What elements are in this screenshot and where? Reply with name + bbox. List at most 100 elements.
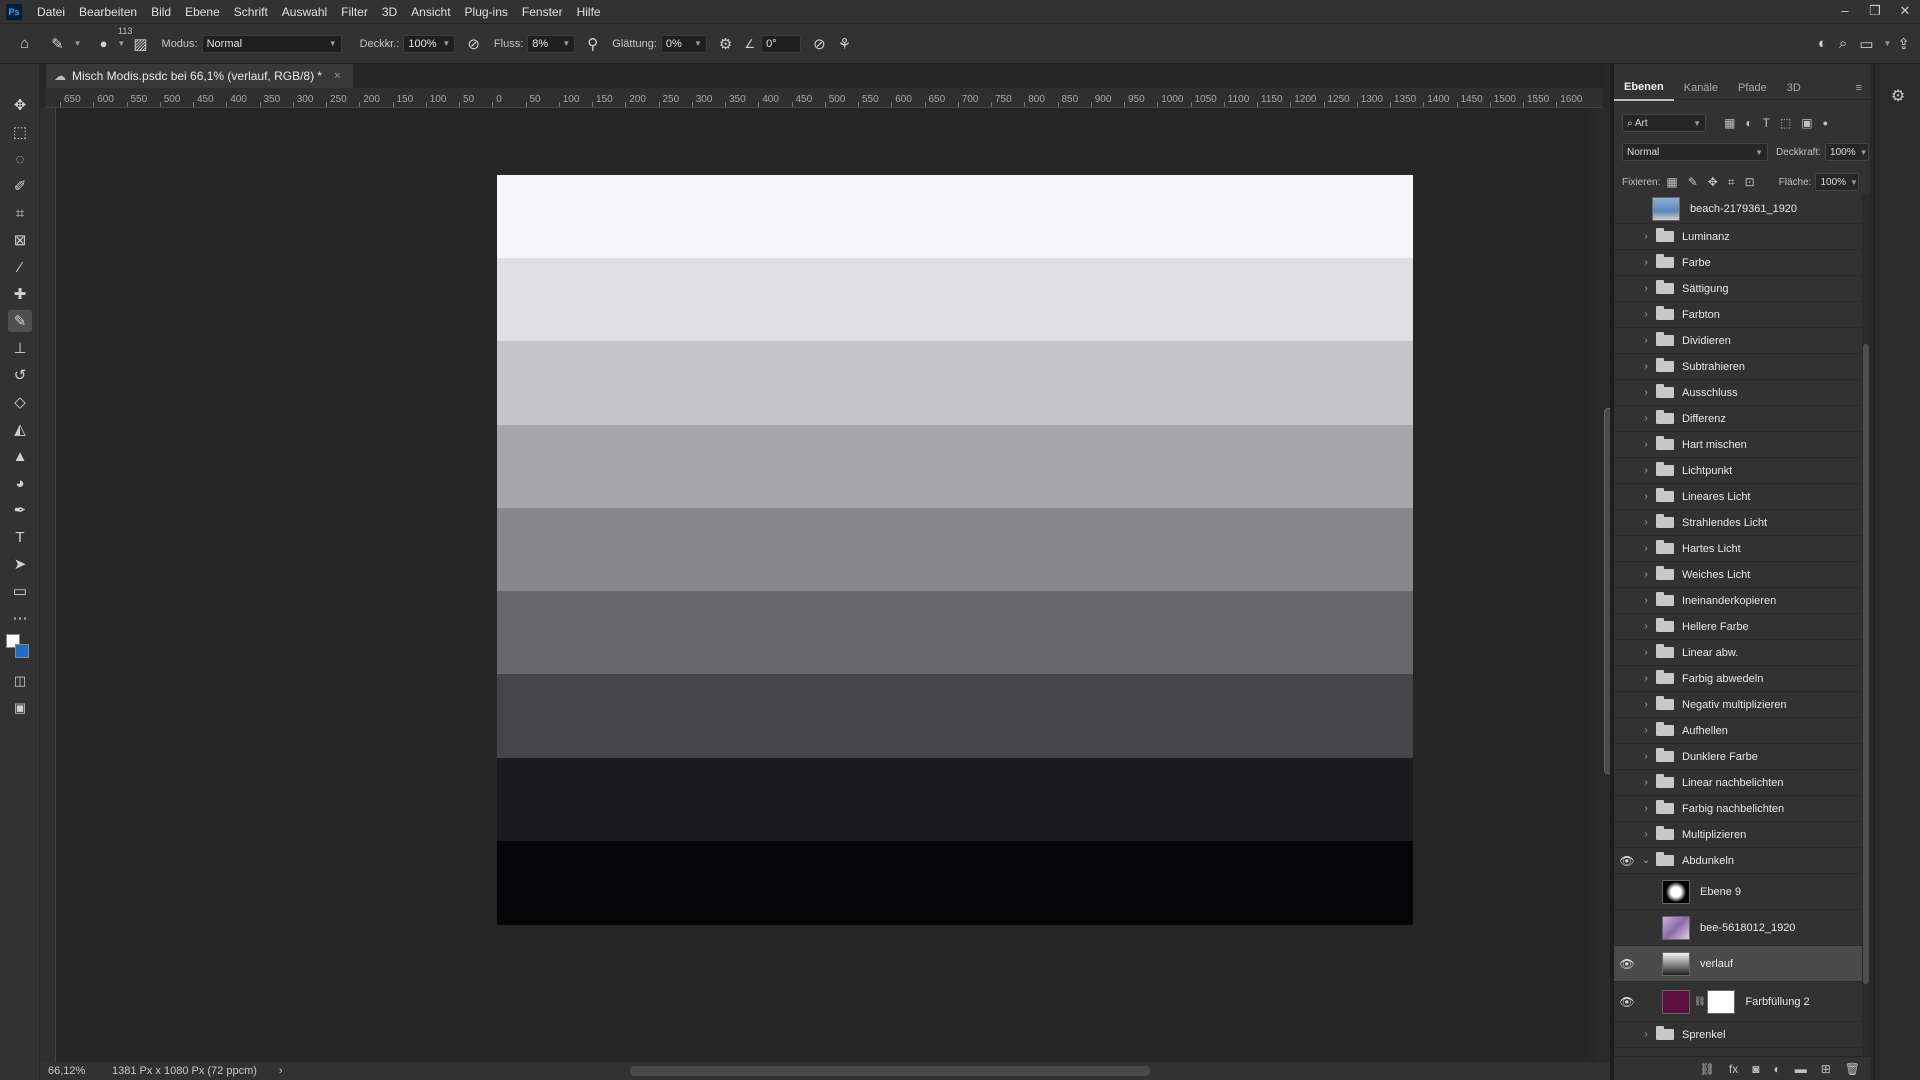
smart-object-filter-icon[interactable]: ▣ — [1801, 116, 1812, 130]
path-selection-tool-icon[interactable]: ➤ — [8, 553, 32, 575]
menu-bearbeiten[interactable]: Bearbeiten — [72, 0, 144, 24]
search-icon[interactable]: ⌕ — [1839, 35, 1847, 52]
shape-filter-icon[interactable]: ⬚ — [1780, 116, 1791, 130]
filter-toggle-icon[interactable]: ● — [1823, 118, 1828, 128]
chevron-right-icon[interactable]: › — [1640, 387, 1652, 398]
lasso-tool-icon[interactable]: ◌ — [8, 148, 32, 170]
layer-group-row[interactable]: › Farbig nachbelichten — [1614, 796, 1862, 822]
layer-group-row[interactable]: › Sprenkel — [1614, 1022, 1862, 1048]
chevron-right-icon[interactable]: › — [1640, 647, 1652, 658]
new-group-icon[interactable]: ▬ — [1795, 1062, 1807, 1076]
layer-group-row[interactable]: › Subtrahieren — [1614, 354, 1862, 380]
clone-stamp-tool-icon[interactable]: ⊥ — [8, 337, 32, 359]
layer-group-row[interactable]: › Hart mischen — [1614, 432, 1862, 458]
chevron-right-icon[interactable]: › — [1640, 283, 1652, 294]
pressure-size-icon[interactable]: ⊘ — [813, 35, 826, 53]
layer-style-fx-icon[interactable]: fx — [1729, 1062, 1738, 1076]
symmetry-icon[interactable]: ⚘ — [838, 35, 851, 53]
rectangle-tool-icon[interactable]: ▭ — [8, 580, 32, 602]
delete-layer-icon[interactable]: 🗑 — [1845, 1062, 1860, 1076]
chevron-right-icon[interactable]: › — [1640, 517, 1652, 528]
type-tool-icon[interactable]: T — [8, 526, 32, 548]
chevron-right-icon[interactable]: › — [1640, 439, 1652, 450]
chevron-right-icon[interactable]: › — [1640, 803, 1652, 814]
smoothing-settings-gear-icon[interactable]: ⚙ — [719, 35, 732, 53]
layer-group-row[interactable]: › Luminanz — [1614, 224, 1862, 250]
lock-transparency-icon[interactable]: ▦ — [1666, 175, 1677, 189]
layer-group-row[interactable]: 👁 ⌄ Abdunkeln — [1614, 848, 1862, 874]
chevron-right-icon[interactable]: › — [1640, 413, 1652, 424]
chevron-right-icon[interactable]: › — [1640, 595, 1652, 606]
minimize-button[interactable]: – — [1830, 0, 1860, 24]
restore-button[interactable]: ❐ — [1860, 0, 1890, 24]
brush-preset-caret-icon[interactable]: ▼ — [117, 39, 125, 48]
layer-group-row[interactable]: › Negativ multiplizieren — [1614, 692, 1862, 718]
paint-bucket-tool-icon[interactable]: ◭ — [8, 418, 32, 440]
eraser-tool-icon[interactable]: ◇ — [8, 391, 32, 413]
more-tools-icon[interactable]: ⋯ — [8, 607, 32, 629]
menu-ansicht[interactable]: Ansicht — [404, 0, 457, 24]
tool-preset-caret-icon[interactable]: ▼ — [74, 39, 82, 48]
layer-group-row[interactable]: › Strahlendes Licht — [1614, 510, 1862, 536]
marquee-tool-icon[interactable]: ⬚ — [8, 121, 32, 143]
background-color-swatch[interactable] — [15, 644, 29, 658]
canvas-vertical-scrollbar[interactable] — [1596, 108, 1614, 1062]
link-layers-icon[interactable]: ⛓ — [1700, 1062, 1715, 1076]
layer-group-row[interactable]: › Dividieren — [1614, 328, 1862, 354]
deckkraft-field[interactable]: 100% ▼ — [403, 34, 456, 53]
chevron-right-icon[interactable]: › — [1640, 491, 1652, 502]
adjustment-filter-icon[interactable]: ◐ — [1745, 116, 1752, 130]
eyedropper-tool-icon[interactable]: ⁄ — [8, 256, 32, 278]
menu-auswahl[interactable]: Auswahl — [275, 0, 334, 24]
layer-group-row[interactable]: › Aufhellen — [1614, 718, 1862, 744]
layer-row[interactable]: bee-5618012_1920 — [1614, 910, 1862, 946]
workspace-caret-icon[interactable]: ▼ — [1884, 39, 1892, 48]
type-filter-icon[interactable]: T — [1763, 116, 1770, 130]
add-mask-icon[interactable]: ◙ — [1752, 1062, 1759, 1076]
close-tab-icon[interactable]: × — [334, 70, 340, 82]
tab-ebenen[interactable]: Ebenen — [1614, 75, 1674, 101]
chevron-right-icon[interactable]: › — [1640, 543, 1652, 554]
panel-menu-icon[interactable]: ≡ — [1856, 82, 1862, 94]
layer-group-row[interactable]: › Linear abw. — [1614, 640, 1862, 666]
chevron-right-icon[interactable]: › — [1640, 777, 1652, 788]
status-menu-arrow-icon[interactable]: › — [279, 1065, 283, 1077]
dodge-tool-icon[interactable]: ◕ — [8, 472, 32, 494]
layer-group-row[interactable]: › Ausschluss — [1614, 380, 1862, 406]
glaettung-field[interactable]: 0% ▼ — [660, 34, 707, 53]
home-icon[interactable]: ⌂ — [20, 35, 29, 52]
layer-list-scrollbar[interactable] — [1862, 194, 1870, 1056]
chevron-right-icon[interactable]: › — [1640, 569, 1652, 580]
canvas-area[interactable] — [56, 108, 1590, 1062]
menu-plugins[interactable]: Plug-ins — [458, 0, 515, 24]
layer-group-row[interactable]: › Sättigung — [1614, 276, 1862, 302]
tab-3d[interactable]: 3D — [1777, 76, 1811, 100]
angle-field[interactable]: 0° — [761, 34, 802, 53]
pen-tool-icon[interactable]: ✒ — [8, 499, 32, 521]
history-brush-tool-icon[interactable]: ↺ — [8, 364, 32, 386]
chevron-right-icon[interactable]: › — [1640, 465, 1652, 476]
layer-row[interactable]: 👁 ⛓ Farbfüllung 2 — [1614, 982, 1862, 1022]
tab-pfade[interactable]: Pfade — [1728, 76, 1777, 100]
move-tool-icon[interactable]: ✥ — [8, 94, 32, 116]
zoom-readout[interactable]: 66,12% — [48, 1065, 98, 1077]
chevron-right-icon[interactable]: › — [1640, 673, 1652, 684]
layer-group-row[interactable]: › Linear nachbelichten — [1614, 770, 1862, 796]
new-adjustment-layer-icon[interactable]: ◐ — [1773, 1062, 1780, 1076]
menu-bild[interactable]: Bild — [144, 0, 178, 24]
eye-icon[interactable]: 👁 — [1614, 854, 1640, 868]
menu-filter[interactable]: Filter — [334, 0, 375, 24]
chevron-right-icon[interactable]: › — [1640, 699, 1652, 710]
layer-group-row[interactable]: › Differenz — [1614, 406, 1862, 432]
workspace-icon[interactable]: ▭ — [1859, 35, 1873, 53]
menu-schrift[interactable]: Schrift — [227, 0, 275, 24]
layer-filter-select[interactable]: ⌕ Art ▼ — [1622, 114, 1706, 132]
share-icon[interactable]: ⇪ — [1897, 35, 1910, 53]
quick-selection-tool-icon[interactable]: ✐ — [8, 175, 32, 197]
layer-group-row[interactable]: › Hellere Farbe — [1614, 614, 1862, 640]
scroll-thumb[interactable] — [1863, 344, 1869, 984]
pressure-opacity-icon[interactable]: ⊘ — [467, 35, 480, 53]
menu-datei[interactable]: Datei — [30, 0, 72, 24]
layer-group-row[interactable]: › Lineares Licht — [1614, 484, 1862, 510]
screen-mode-icon[interactable]: ▣ — [8, 697, 32, 719]
